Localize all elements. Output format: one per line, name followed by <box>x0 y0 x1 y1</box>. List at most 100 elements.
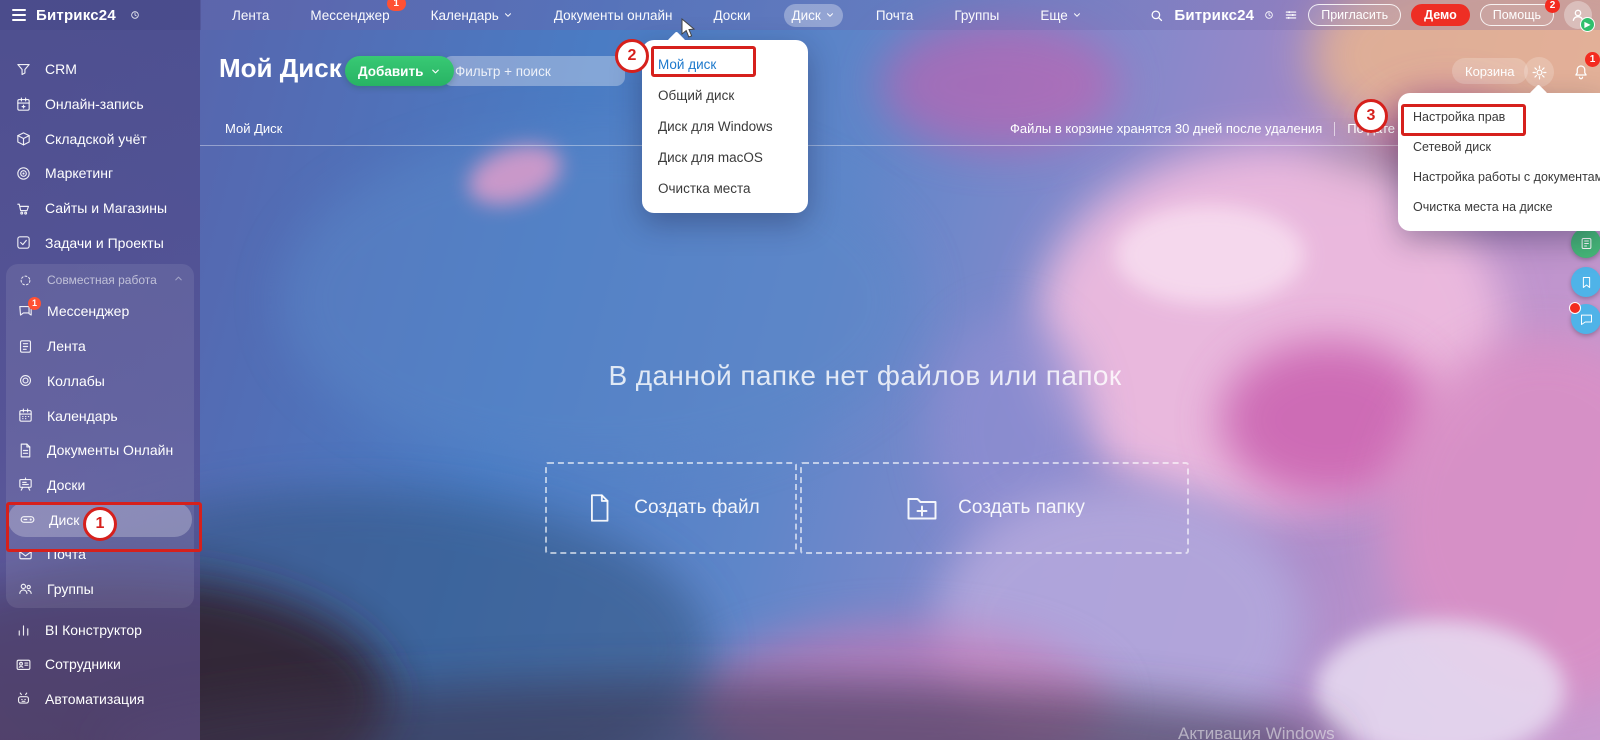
sidebar-item-сотрудники[interactable]: Сотрудники <box>0 647 200 682</box>
chevdown-icon <box>430 66 441 77</box>
bitrix24-app-window: Битрикс24 ЛентаМессенджер1КалендарьДокум… <box>0 0 1600 740</box>
nav-item-доски[interactable]: Доски <box>706 4 759 27</box>
sidebar-group-collaboration: Совместная работа 1МессенджерЛентаКоллаб… <box>6 264 194 608</box>
rings-icon <box>17 372 34 389</box>
chevdown-icon <box>825 10 835 20</box>
collab-icon <box>18 273 33 288</box>
gear-dropdown-menu: Настройка правСетевой дискНастройка рабо… <box>1398 93 1600 231</box>
top-bar: Битрикс24 Лента Мессенджер1 Календарь Докум… <box>0 0 1600 30</box>
sidebar-item-bi-конструктор[interactable]: BI Конструктор <box>0 612 200 647</box>
nav-item-лента[interactable]: Лента <box>224 4 277 27</box>
help-button[interactable]: Помощь2 <box>1480 4 1554 26</box>
mail-icon <box>17 546 34 563</box>
feed-icon <box>17 338 34 355</box>
gear-menu-item-сетевой-диск[interactable]: Сетевой диск <box>1398 132 1600 162</box>
trash-retention-note: Файлы в корзине хранятся 30 дней после у… <box>1010 121 1322 136</box>
app-logo[interactable]: Битрикс24 <box>36 7 116 24</box>
gear-icon <box>1531 64 1548 81</box>
doc-icon <box>17 442 34 459</box>
sidebar-item-диск[interactable]: Диск <box>8 502 192 537</box>
search-icon[interactable] <box>1149 8 1164 23</box>
sidebar-item-автоматизация[interactable]: Автоматизация <box>0 682 200 717</box>
trash-button[interactable]: Корзина <box>1452 58 1528 84</box>
sidebar-item-сайты-и-магазины[interactable]: Сайты и Магазины <box>0 191 200 226</box>
nav-item-еще[interactable]: Еще <box>1032 4 1089 27</box>
nav-item-календарь[interactable]: Календарь <box>423 4 521 27</box>
breadcrumb[interactable]: Мой Диск <box>225 121 282 136</box>
disk-menu-item-общий-диск[interactable]: Общий диск <box>642 80 808 111</box>
gear-menu-item-настройка-прав[interactable]: Настройка прав <box>1398 102 1600 132</box>
notifications-bell-button[interactable]: 1 <box>1566 57 1596 87</box>
create-file-button[interactable]: Создать файл <box>545 462 797 554</box>
divider <box>1334 122 1335 136</box>
gear-button[interactable] <box>1524 57 1554 87</box>
sort-by-date[interactable]: По дате <box>1347 121 1395 136</box>
invite-button[interactable]: Пригласить <box>1308 4 1401 26</box>
robot-icon <box>15 691 32 708</box>
nav-item-группы[interactable]: Группы <box>946 4 1007 27</box>
sidebar-item-группы[interactable]: Группы <box>6 572 194 607</box>
sidebar-item-онлайн-запись[interactable]: Онлайн-запись <box>0 87 200 122</box>
disk-menu-item-диск-для-windows[interactable]: Диск для Windows <box>642 111 808 142</box>
avatar[interactable]: ▶ <box>1564 1 1592 29</box>
sidebar-item-мессенджер[interactable]: 1Мессенджер <box>6 294 194 329</box>
idcard-icon <box>15 656 32 673</box>
sidebar-item-почта[interactable]: Почта <box>6 537 194 572</box>
nav-item-документы онлайн[interactable]: Документы онлайн <box>546 4 681 27</box>
disk-menu-item-диск-для-macos[interactable]: Диск для macOS <box>642 142 808 173</box>
chatfill-icon <box>1579 312 1594 327</box>
sidebar-item-документы-онлайн[interactable]: Документы Онлайн <box>6 433 194 468</box>
sidebar-item-складской-учёт[interactable]: Складской учёт <box>0 121 200 156</box>
settings-sliders-icon[interactable] <box>1284 8 1298 22</box>
sidebar-item-календарь[interactable]: Календарь <box>6 398 194 433</box>
nav-item-мессенджер[interactable]: Мессенджер1 <box>302 4 397 27</box>
sidebar-item-доски[interactable]: Доски <box>6 468 194 503</box>
folderplus-icon <box>904 490 940 526</box>
nav-item-диск[interactable]: Диск <box>784 4 843 27</box>
disk-dropdown-menu: Мой дискОбщий дискДиск для WindowsДиск д… <box>642 40 808 213</box>
empty-folder-message: В данной папке нет файлов или папок <box>200 360 1530 392</box>
sidebar: CRMОнлайн-записьСкладской учётМаркетингС… <box>0 30 200 740</box>
news-icon <box>1579 236 1594 251</box>
floating-chatfill-button[interactable] <box>1571 304 1600 334</box>
sidebar-item-crm[interactable]: CRM <box>0 52 200 87</box>
gear-menu-item-очистка-места-на-диске[interactable]: Очистка места на диске <box>1398 192 1600 222</box>
floating-bookmark-button[interactable] <box>1571 267 1600 297</box>
floating-news-button[interactable] <box>1571 228 1600 258</box>
page-title: Мой Диск <box>219 53 342 84</box>
sidebar-badge: 1 <box>28 297 41 310</box>
sidebar-item-маркетинг[interactable]: Маркетинг <box>0 156 200 191</box>
nav-item-почта[interactable]: Почта <box>868 4 922 27</box>
brand-right: Битрикс24 <box>1174 7 1254 24</box>
sidebar-item-задачи-и-проекты[interactable]: Задачи и Проекты <box>0 225 200 260</box>
sidebar-item-коллабы[interactable]: Коллабы <box>6 364 194 399</box>
sidebar-section-collaboration[interactable]: Совместная работа <box>6 266 194 294</box>
logo-area: Битрикс24 <box>0 7 200 24</box>
add-button[interactable]: Добавить <box>345 56 454 86</box>
clock-icon <box>1264 10 1274 20</box>
create-folder-button[interactable]: Создать папку <box>800 462 1189 554</box>
chevron-up-icon <box>173 273 184 287</box>
sliders-icon <box>1284 8 1298 22</box>
gear-menu-item-настройка-работы-с-документами[interactable]: Настройка работы с документами <box>1398 162 1600 192</box>
cart-icon <box>15 200 32 217</box>
target-icon <box>15 165 32 182</box>
nav-badge: 1 <box>387 0 406 11</box>
users-icon <box>17 580 34 597</box>
box-icon <box>15 130 32 147</box>
disk-menu-item-мой-диск[interactable]: Мой диск <box>642 49 808 80</box>
sidebar-item-лента[interactable]: Лента <box>6 329 194 364</box>
bars-icon <box>15 621 32 638</box>
clock-icon <box>1264 10 1274 20</box>
hamburger-menu-icon[interactable] <box>12 9 26 21</box>
bookmark-icon <box>1579 275 1594 290</box>
disk-menu-item-очистка-места[interactable]: Очистка места <box>642 173 808 204</box>
toolbar-row: Мой Диск Файлы в корзине хранятся 30 дне… <box>200 112 1600 146</box>
calendar-icon <box>17 407 34 424</box>
funnel-icon <box>15 61 32 78</box>
demo-button[interactable]: Демо <box>1411 4 1470 26</box>
clock-icon <box>130 10 140 20</box>
filter-search-input[interactable] <box>443 56 625 86</box>
board-icon <box>17 476 34 493</box>
help-badge: 2 <box>1545 0 1560 13</box>
